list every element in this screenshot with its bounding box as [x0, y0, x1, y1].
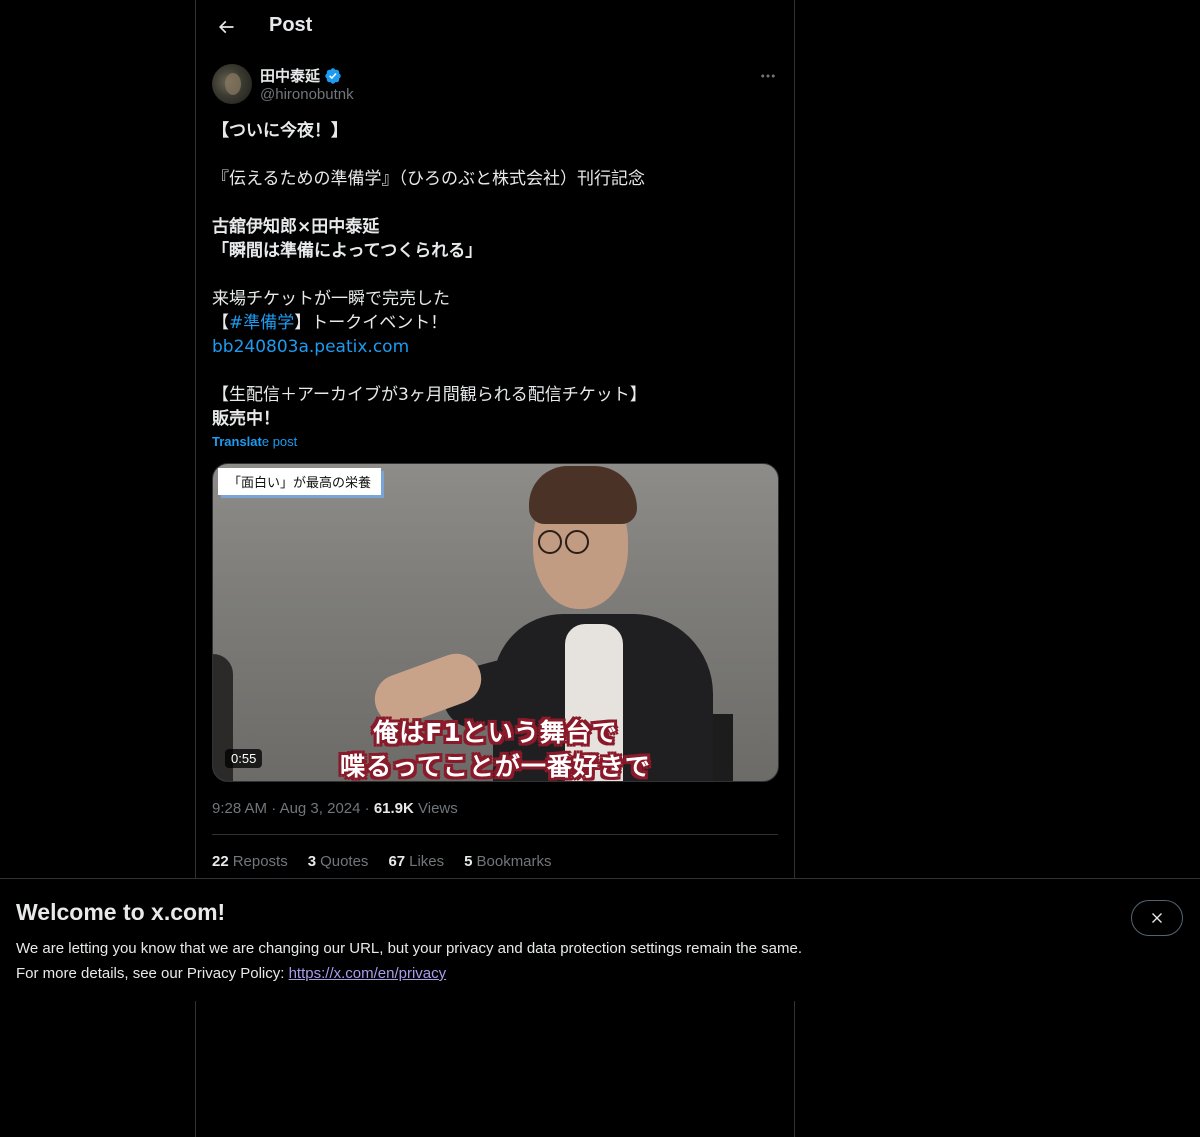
reposts-label: Reposts — [232, 853, 288, 870]
peatix-link[interactable]: bb240803a.peatix.com — [212, 337, 409, 357]
bookmarks-stat[interactable]: 5 Bookmarks — [464, 853, 551, 870]
quotes-count: 3 — [307, 853, 317, 870]
likes-stat[interactable]: 67 Likes — [388, 853, 444, 870]
translate-rest: e post — [261, 434, 298, 449]
avatar[interactable] — [212, 64, 252, 104]
divider — [212, 834, 778, 835]
video-subtitle-line-2: 喋るってことが一番好きで — [340, 752, 651, 781]
reposts-stat[interactable]: 22 Reposts — [212, 853, 288, 870]
likes-count: 67 — [388, 853, 406, 870]
back-button[interactable] — [208, 9, 244, 45]
reposts-count: 22 — [212, 853, 229, 870]
page-title: Post — [269, 14, 313, 36]
verified-badge-icon — [325, 67, 341, 84]
privacy-policy-link[interactable]: https://x.com/en/privacy — [289, 965, 447, 982]
more-options-button[interactable] — [756, 64, 780, 88]
tweet-line-link: bb240803a.peatix.com — [212, 335, 778, 359]
post-date[interactable]: Aug 3, 2024 — [280, 800, 361, 817]
close-banner-button[interactable] — [1131, 900, 1183, 936]
video-subtitle-line-1: 俺はF1という舞台で — [373, 718, 618, 747]
author-name-text: 田中泰延 — [260, 68, 321, 85]
translate-post-link[interactable]: Translate post — [212, 434, 297, 449]
author-name[interactable]: 田中泰延 — [260, 65, 342, 86]
tweet-line: 『伝えるための準備学』（ひろのぶと株式会社）刊行記念 — [212, 169, 645, 189]
tweet-line: 販売中！ — [212, 409, 280, 429]
tweet-line: 【生配信＋アーカイブが3ヶ月間観られる配信チケット】 — [212, 385, 647, 405]
banner-title: Welcome to x.com! — [16, 899, 226, 925]
tweet-line: 古舘伊知郎×田中泰延 — [212, 217, 380, 237]
event-text: 】トークイベント！ — [294, 313, 448, 333]
tweet-text: 【ついに今夜！】 『伝えるための準備学』（ひろのぶと株式会社）刊行記念 古舘伊知… — [212, 119, 778, 431]
views-label: Views — [418, 800, 458, 817]
likes-label: Likes — [409, 853, 445, 870]
arrow-left-icon — [218, 20, 234, 34]
tweet-line: 「瞬間は準備によってつくられる」 — [212, 241, 483, 261]
post-time[interactable]: 9:28 AM — [212, 800, 267, 817]
video-glasses-right — [565, 530, 589, 554]
more-horizontal-icon — [761, 74, 775, 78]
tweet-line: 来場チケットが一瞬で完売した — [212, 289, 450, 309]
quotes-label: Quotes — [320, 853, 369, 870]
avatar-face — [225, 73, 241, 95]
bookmarks-label: Bookmarks — [476, 853, 552, 870]
meta-separator: · — [364, 800, 370, 817]
quotes-stat[interactable]: 3 Quotes — [308, 853, 369, 870]
meta-separator: · — [271, 800, 277, 817]
banner-line-2: For more details, see our Privacy Policy… — [16, 961, 802, 986]
top-bar: Post — [196, 0, 794, 54]
hashtag-link[interactable]: #準備学 — [229, 313, 294, 333]
bracket-open: 【 — [212, 313, 229, 333]
close-icon — [1152, 913, 1162, 923]
banner-text: We are letting you know that we are chan… — [16, 936, 802, 986]
bookmarks-count: 5 — [464, 853, 473, 870]
video-player[interactable]: 「面白い」が最高の栄養 俺はF1という舞台で 喋るってことが一番好きで 0:55 — [212, 463, 779, 782]
video-glasses-left — [538, 530, 562, 554]
tweet-line: 【ついに今夜！】 — [212, 121, 348, 141]
banner-line-2-text: For more details, see our Privacy Policy… — [16, 965, 289, 982]
video-person-hair — [529, 466, 637, 524]
welcome-banner: Welcome to x.com! We are letting you kno… — [0, 878, 1200, 1001]
banner-line-1: We are letting you know that we are chan… — [16, 940, 802, 957]
translate-bold: Translat — [212, 434, 262, 449]
engagement-stats: 22 Reposts 3 Quotes 67 Likes 5 Bookmarks — [212, 853, 552, 870]
tweet-line-hashtag: 【#準備学】トークイベント！ — [212, 311, 778, 335]
views-count: 61.9K — [373, 800, 414, 817]
author-handle[interactable]: @hironobutnk — [260, 86, 354, 103]
video-duration-badge: 0:55 — [225, 749, 263, 768]
post-meta: 9:28 AM · Aug 3, 2024 · 61.9K Views — [212, 800, 458, 817]
video-caption: 「面白い」が最高の栄養 — [218, 468, 382, 495]
